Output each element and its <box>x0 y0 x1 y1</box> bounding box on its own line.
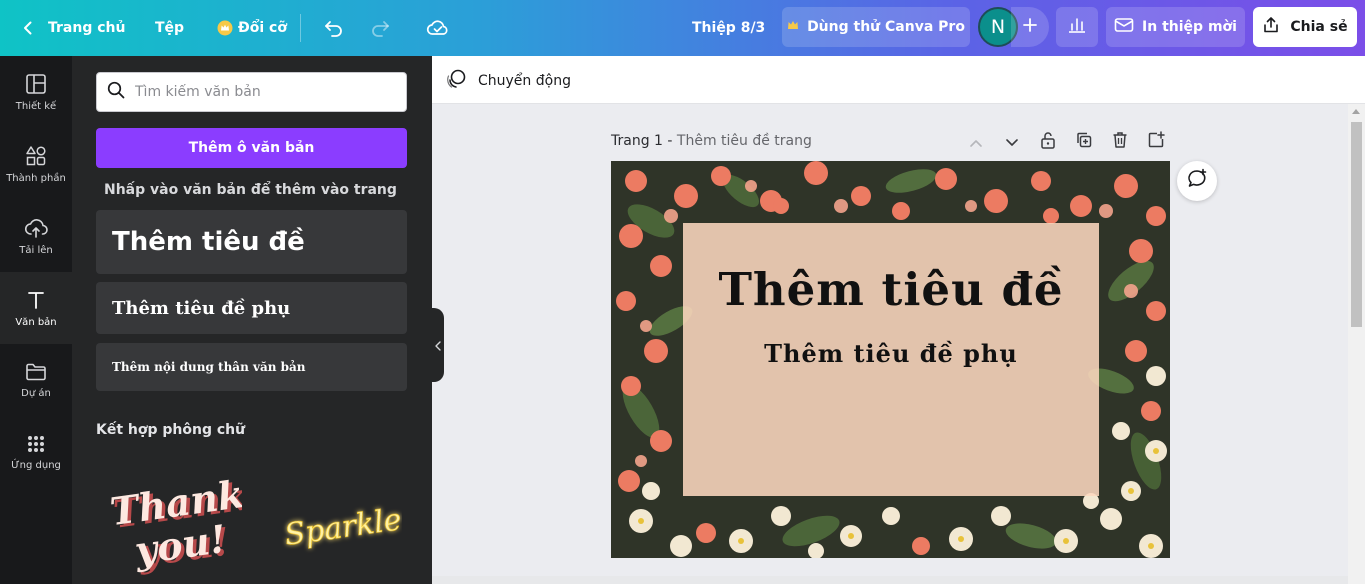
share-label: Chia sẻ <box>1290 19 1348 35</box>
add-page-button[interactable] <box>1146 131 1166 153</box>
rail-item-uploads[interactable]: Tải lên <box>0 200 72 272</box>
print-invitations-label: In thiệp mời <box>1142 19 1237 35</box>
rail-item-design[interactable]: Thiết kế <box>0 56 72 128</box>
lock-page-button[interactable] <box>1038 131 1058 153</box>
subheading-sample-text: Thêm tiêu đề phụ <box>112 297 291 319</box>
page-title-placeholder: Thêm tiêu đề trang <box>676 133 812 149</box>
upload-cloud-icon <box>24 217 48 239</box>
design-subtitle-text[interactable]: Thêm tiêu đề phụ <box>683 339 1099 368</box>
rail-item-label: Thành phần <box>6 172 66 184</box>
bar-chart-icon <box>1067 15 1087 39</box>
rail-item-label: Tải lên <box>19 244 53 256</box>
insights-button[interactable] <box>1056 7 1098 47</box>
move-page-up-button[interactable] <box>966 131 986 153</box>
add-body-text-option[interactable]: Thêm nội dung thân văn bản <box>96 343 407 391</box>
try-canva-pro-button[interactable]: Dùng thử Canva Pro <box>782 7 970 47</box>
plus-icon <box>1022 17 1038 37</box>
trash-icon <box>1112 131 1128 153</box>
text-icon <box>25 289 47 311</box>
font-combo-sparkle[interactable]: Sparkle <box>272 486 404 566</box>
rail-item-apps[interactable]: Ứng dụng <box>0 416 72 488</box>
rail-item-label: Dự án <box>21 387 51 399</box>
try-canva-pro-label: Dùng thử Canva Pro <box>807 19 965 35</box>
rail-item-elements[interactable]: Thành phần <box>0 128 72 200</box>
resize-button[interactable]: Đổi cỡ <box>217 0 287 56</box>
vertical-scrollbar[interactable] <box>1348 104 1365 584</box>
heading-sample-text: Thêm tiêu đề <box>112 227 305 257</box>
panel-hint: Nhấp vào văn bản để thêm vào trang <box>104 182 397 198</box>
animation-icon <box>446 68 468 94</box>
share-button[interactable]: Chia sẻ <box>1253 7 1357 47</box>
delete-page-button[interactable] <box>1110 131 1130 153</box>
body-sample-text: Thêm nội dung thân văn bản <box>112 360 306 374</box>
chevron-left-icon <box>435 336 441 355</box>
share-upload-icon <box>1262 16 1280 38</box>
document-title[interactable]: Thiệp 8/3 <box>692 0 765 56</box>
redo-button[interactable] <box>369 0 391 56</box>
cloud-saved-button[interactable] <box>426 0 450 56</box>
collapse-panel-handle[interactable] <box>432 308 444 382</box>
add-page-icon <box>1147 131 1165 153</box>
print-box-icon <box>1114 16 1134 38</box>
invite-button[interactable] <box>1011 7 1049 47</box>
animate-label: Chuyển động <box>478 73 571 89</box>
top-bar: Trang chủ Tệp Đổi cỡ Thiệp 8/3 Dùng thử … <box>0 0 1365 56</box>
resize-label: Đổi cỡ <box>238 20 287 36</box>
animate-button[interactable]: Chuyển động <box>446 68 571 94</box>
horizontal-scroll-track[interactable] <box>432 576 1348 584</box>
chevron-left-icon <box>20 20 36 36</box>
duplicate-icon <box>1075 131 1093 153</box>
file-menu-button[interactable]: Tệp <box>155 0 184 56</box>
duplicate-page-button[interactable] <box>1074 131 1094 153</box>
chevron-down-icon <box>1005 133 1019 152</box>
search-box[interactable] <box>96 72 407 112</box>
home-button[interactable]: Trang chủ <box>20 0 125 56</box>
combo-text-line: Sparkle <box>282 502 402 553</box>
page-title[interactable]: Trang 1 - Thêm tiêu đề trang <box>611 133 812 149</box>
apps-grid-icon <box>26 434 46 454</box>
crown-icon <box>787 19 799 35</box>
undo-icon <box>323 18 345 38</box>
text-panel: Thêm ô văn bản Nhấp vào văn bản để thêm … <box>72 56 432 584</box>
scrollbar-thumb[interactable] <box>1351 122 1362 327</box>
add-heading-option[interactable]: Thêm tiêu đề <box>96 210 407 274</box>
design-page[interactable]: Thêm tiêu đề Thêm tiêu đề phụ <box>611 161 1170 558</box>
unlock-icon <box>1040 131 1056 153</box>
search-icon <box>107 81 125 103</box>
avatar-initial: N <box>990 16 1006 38</box>
add-text-box-button[interactable]: Thêm ô văn bản <box>96 128 407 168</box>
search-input[interactable] <box>135 84 385 100</box>
print-invitations-button[interactable]: In thiệp mời <box>1106 7 1245 47</box>
add-comment-button[interactable] <box>1177 161 1217 201</box>
redo-icon <box>369 18 391 38</box>
font-combo-thank-you[interactable]: Thank Thank you! you! <box>102 468 250 584</box>
undo-button[interactable] <box>323 0 345 56</box>
crown-icon <box>217 20 233 36</box>
editor-toolbar: Chuyển động <box>432 56 1365 104</box>
font-combinations-heading: Kết hợp phông chữ <box>96 422 246 438</box>
home-label: Trang chủ <box>48 20 126 36</box>
page-number-label: Trang 1 - <box>611 133 673 149</box>
rail-item-label: Văn bản <box>15 316 57 328</box>
rail-item-text[interactable]: Văn bản <box>0 272 72 344</box>
add-subheading-option[interactable]: Thêm tiêu đề phụ <box>96 282 407 334</box>
left-rail: Thiết kế Thành phần Tải lên Văn bản Dự á… <box>0 56 72 584</box>
rail-item-label: Ứng dụng <box>11 459 61 471</box>
comment-add-icon <box>1186 168 1208 194</box>
chevron-up-icon <box>969 133 983 152</box>
layout-icon <box>25 73 47 95</box>
topbar-divider <box>300 14 301 42</box>
design-title-text[interactable]: Thêm tiêu đề <box>683 263 1099 316</box>
rail-item-projects[interactable]: Dự án <box>0 344 72 416</box>
shapes-icon <box>25 145 47 167</box>
rail-item-label: Thiết kế <box>15 100 57 112</box>
move-page-down-button[interactable] <box>1002 131 1022 153</box>
folder-icon <box>25 362 47 382</box>
title-text-frame[interactable]: Thêm tiêu đề Thêm tiêu đề phụ <box>683 223 1099 496</box>
scroll-up-arrow-icon[interactable] <box>1352 109 1360 114</box>
cloud-check-icon <box>426 18 450 38</box>
